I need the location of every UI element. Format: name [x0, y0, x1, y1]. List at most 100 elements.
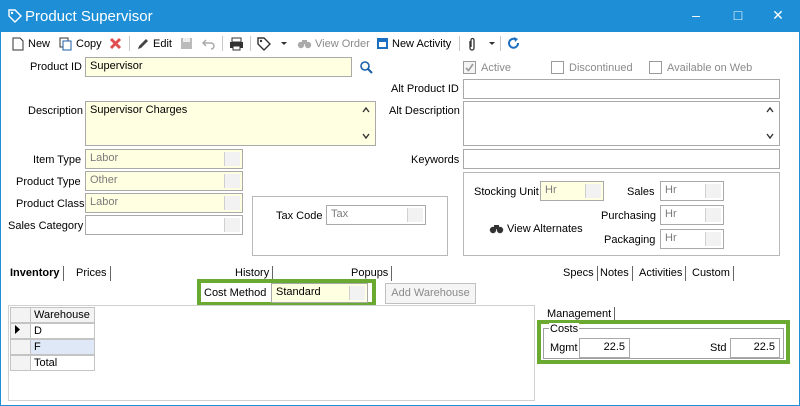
combo-dropdown-button[interactable]: [224, 174, 240, 188]
title-bar: Product Supervisor – □ ✕: [1, 1, 799, 32]
item-type-value: Labor: [90, 152, 119, 164]
grid-corner: [10, 307, 31, 323]
mgmt-cost-field[interactable]: 22.5: [579, 338, 630, 358]
save-button[interactable]: [180, 35, 196, 52]
table-row[interactable]: D: [30, 323, 95, 339]
tab-custom[interactable]: Custom: [689, 266, 734, 281]
view-order-button[interactable]: View Order: [297, 35, 370, 52]
table-row[interactable]: Total: [30, 355, 95, 371]
keywords-field[interactable]: [463, 149, 780, 169]
tag-icon: [8, 9, 22, 23]
costs-label: Costs: [549, 323, 580, 335]
attachment-dropdown-button[interactable]: [467, 35, 499, 52]
tax-code-value: Tax: [331, 208, 349, 220]
stocking-unit-value: Hr: [545, 184, 557, 196]
combo-dropdown-button[interactable]: [705, 184, 721, 198]
alt-description-label: Alt Description: [389, 105, 460, 117]
table-row[interactable]: F: [30, 339, 95, 355]
combo-dropdown-button[interactable]: [224, 196, 240, 210]
paperclip-icon: [469, 37, 475, 51]
combo-dropdown-button[interactable]: [585, 184, 601, 198]
combo-dropdown-button[interactable]: [349, 286, 365, 300]
std-cost-field[interactable]: 22.5: [730, 338, 780, 358]
product-window: Product Supervisor – □ ✕ New Copy Edit V…: [0, 0, 800, 406]
view-alternates-button[interactable]: View Alternates: [489, 220, 583, 237]
cost-method-combo[interactable]: Standard: [271, 283, 368, 303]
alt-product-id-label: Alt Product ID: [391, 83, 459, 95]
new-label: New: [28, 37, 51, 50]
product-class-label: Product Class: [16, 198, 85, 210]
product-type-value: Other: [90, 174, 118, 186]
binoculars-icon: [297, 39, 312, 48]
new-activity-label: New Activity: [392, 37, 452, 50]
refresh-button[interactable]: [507, 35, 523, 52]
cost-method-label: Cost Method: [204, 287, 267, 299]
scroll-up-icon[interactable]: [362, 107, 370, 113]
print-button[interactable]: [229, 35, 247, 52]
scroll-down-icon[interactable]: [362, 133, 370, 139]
tab-specs[interactable]: Specs: [560, 266, 598, 281]
tag-dropdown-button[interactable]: [257, 35, 291, 52]
active-label: Active: [481, 62, 511, 74]
item-type-combo[interactable]: Labor: [85, 149, 243, 169]
tab-prices[interactable]: Prices: [73, 266, 111, 281]
edit-label: Edit: [153, 37, 172, 50]
undo-button[interactable]: [202, 35, 218, 52]
add-warehouse-button[interactable]: Add Warehouse: [385, 283, 476, 304]
combo-dropdown-button[interactable]: [407, 208, 423, 222]
tab-inventory[interactable]: Inventory: [7, 266, 64, 281]
stocking-unit-label: Stocking Unit: [474, 186, 539, 198]
delete-button[interactable]: [109, 35, 125, 52]
sales-unit-combo[interactable]: Hr: [660, 181, 724, 201]
active-checkbox[interactable]: [463, 61, 476, 74]
combo-dropdown-button[interactable]: [705, 232, 721, 246]
edit-button[interactable]: Edit: [136, 35, 172, 52]
current-row-arrow-icon: [15, 325, 20, 334]
cost-method-value: Standard: [276, 286, 321, 298]
tax-code-combo[interactable]: Tax: [326, 205, 426, 225]
std-label: Std: [710, 342, 727, 354]
scroll-up-icon[interactable]: [766, 107, 774, 113]
minimize-button[interactable]: –: [682, 5, 710, 25]
discontinued-label: Discontinued: [569, 62, 633, 74]
binoculars-icon: [489, 224, 504, 233]
combo-dropdown-button[interactable]: [224, 152, 240, 166]
calendar-icon: [377, 38, 388, 49]
sales-unit-label: Sales: [627, 186, 655, 198]
alt-description-field[interactable]: [463, 101, 780, 146]
new-activity-button[interactable]: New Activity: [376, 35, 451, 52]
packaging-unit-combo[interactable]: Hr: [660, 229, 724, 249]
scroll-down-icon[interactable]: [766, 133, 774, 139]
purchasing-unit-label: Purchasing: [601, 210, 657, 222]
pencil-icon: [138, 38, 148, 49]
copy-label: Copy: [76, 37, 102, 50]
toolbar-separator: [129, 36, 130, 51]
discontinued-checkbox[interactable]: [551, 61, 564, 74]
toolbar-separator: [500, 36, 501, 51]
alt-product-id-field[interactable]: [463, 79, 780, 99]
copy-button[interactable]: Copy: [59, 35, 102, 52]
combo-dropdown-button[interactable]: [705, 208, 721, 222]
tab-notes[interactable]: Notes: [597, 266, 633, 281]
product-id-field[interactable]: Supervisor: [85, 57, 352, 77]
view-alternates-label: View Alternates: [507, 222, 583, 235]
close-button[interactable]: ✕: [764, 5, 792, 25]
printer-icon: [230, 37, 243, 50]
product-class-value: Labor: [90, 196, 119, 208]
sales-category-combo[interactable]: [85, 215, 243, 235]
stocking-unit-combo[interactable]: Hr: [540, 181, 604, 201]
combo-dropdown-button[interactable]: [224, 218, 240, 232]
available-on-web-checkbox[interactable]: [649, 61, 662, 74]
grid-header-warehouse: Warehouse: [30, 307, 95, 323]
product-type-combo[interactable]: Other: [85, 171, 243, 191]
search-icon[interactable]: [359, 60, 373, 74]
product-class-combo[interactable]: Labor: [85, 193, 243, 213]
maximize-button[interactable]: □: [724, 5, 752, 25]
purchasing-unit-combo[interactable]: Hr: [660, 205, 724, 225]
description-field[interactable]: Supervisor Charges: [85, 101, 376, 146]
new-document-icon: [12, 37, 24, 50]
tab-activities[interactable]: Activities: [636, 266, 687, 281]
new-button[interactable]: New: [12, 35, 50, 52]
checkmark-icon: [465, 63, 474, 72]
delete-icon: [109, 37, 122, 50]
